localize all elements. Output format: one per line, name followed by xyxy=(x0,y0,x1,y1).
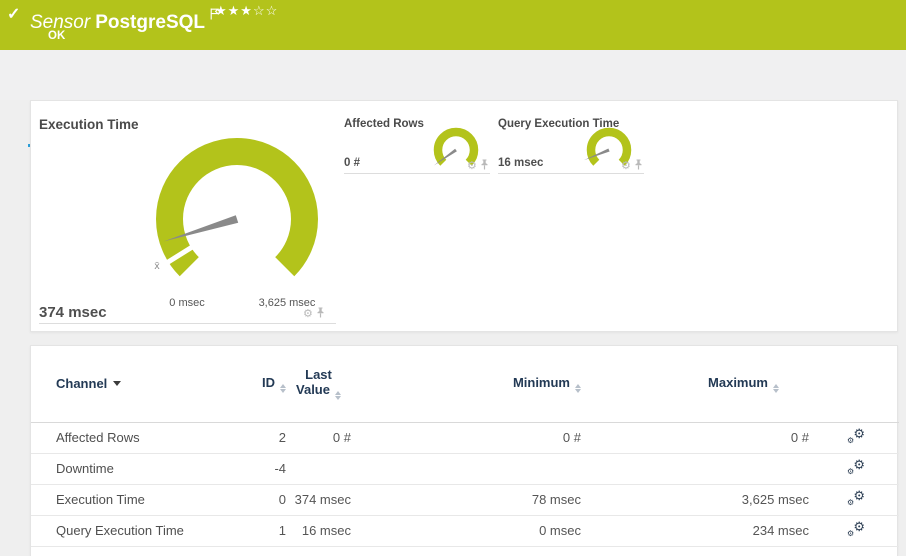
table-header-row: Channel ID Last Value Minimum Maximum xyxy=(31,346,899,423)
column-header-maximum[interactable]: Maximum xyxy=(581,346,809,423)
channel-last-value: 16 msec xyxy=(286,515,351,547)
channels-table: Channel ID Last Value Minimum Maximum Aff… xyxy=(31,346,899,547)
channels-panel: Channel ID Last Value Minimum Maximum Aff… xyxy=(30,345,899,556)
execution-time-gauge: x̄ xyxy=(154,138,318,277)
channel-id: 1 xyxy=(241,515,286,547)
sort-descending-icon xyxy=(113,381,122,387)
sort-icon xyxy=(334,391,341,401)
sort-icon xyxy=(280,383,286,393)
sensor-header: ✓ Sensor PostgreSQL ★★★☆☆ OK xyxy=(0,0,906,50)
channel-minimum xyxy=(351,453,581,485)
gauges-panel: Execution Time x̄ 0 msec 3,625 msec 374 … xyxy=(30,100,898,332)
channel-name: Downtime xyxy=(31,453,241,485)
table-row: Query Execution Time 1 16 msec 0 msec 23… xyxy=(31,515,899,547)
channel-last-value: 374 msec xyxy=(286,484,351,516)
column-header-last-value[interactable]: Last Value xyxy=(286,346,351,423)
affected-rows-gauge-value: 0 # xyxy=(344,157,360,169)
channel-name: Query Execution Time xyxy=(31,515,241,547)
channel-minimum: 78 msec xyxy=(351,484,581,516)
ok-check-icon: ✓ xyxy=(7,6,21,23)
stars-filled: ★★★ xyxy=(215,3,253,18)
main-gauge-min-label: 0 msec xyxy=(169,297,205,309)
channel-maximum xyxy=(581,453,809,485)
channel-last-value: 0 # xyxy=(286,422,351,454)
stars-empty: ☆☆ xyxy=(252,3,279,18)
channel-maximum: 0 # xyxy=(581,422,809,454)
sensor-name: PostgreSQL xyxy=(95,12,206,33)
column-header-minimum[interactable]: Minimum xyxy=(351,346,581,423)
average-marker-label: x̄ xyxy=(154,260,160,272)
sort-icon xyxy=(575,383,581,393)
table-row: Execution Time 0 374 msec 78 msec 3,625 … xyxy=(31,484,899,516)
channel-gear-icon[interactable]: ⚙ xyxy=(467,160,477,172)
channel-maximum: 234 msec xyxy=(581,515,809,547)
tab-bar: Overview Live Data 2days 30days 365days … xyxy=(0,50,906,147)
query-execution-gauge-value: 16 msec xyxy=(498,157,544,169)
channel-maximum: 3,625 msec xyxy=(581,484,809,516)
pin-icon[interactable] xyxy=(316,305,325,323)
channel-name: Execution Time xyxy=(31,484,241,516)
channel-id: 0 xyxy=(241,484,286,516)
main-gauge-value: 374 msec xyxy=(39,304,107,321)
affected-rows-gauge-title: Affected Rows xyxy=(344,118,424,130)
channel-settings-icon[interactable]: ⚙ ⚙ xyxy=(847,457,865,476)
channel-id: 2 xyxy=(241,422,286,454)
column-header-id[interactable]: ID xyxy=(241,346,286,423)
channel-minimum: 0 msec xyxy=(351,515,581,547)
table-row: Affected Rows 2 0 # 0 # 0 # ⚙ ⚙ xyxy=(31,422,899,454)
column-header-channel[interactable]: Channel xyxy=(31,346,241,423)
table-row: Downtime -4 ⚙ ⚙ xyxy=(31,453,899,485)
channel-minimum: 0 # xyxy=(351,422,581,454)
priority-stars[interactable]: ★★★☆☆ xyxy=(215,3,278,19)
sort-icon xyxy=(773,383,779,393)
channel-id: -4 xyxy=(241,453,286,485)
channel-settings-icon[interactable]: ⚙ ⚙ xyxy=(847,488,865,507)
channel-last-value xyxy=(286,453,351,485)
status-badge: OK xyxy=(48,30,66,42)
channel-gear-icon[interactable]: ⚙ xyxy=(621,160,631,172)
channel-name: Affected Rows xyxy=(31,422,241,454)
channel-settings-icon[interactable]: ⚙ ⚙ xyxy=(847,426,865,445)
channel-gear-icon[interactable]: ⚙ xyxy=(303,308,313,320)
channel-settings-icon[interactable]: ⚙ ⚙ xyxy=(847,519,865,538)
main-gauge-title: Execution Time xyxy=(39,117,139,132)
